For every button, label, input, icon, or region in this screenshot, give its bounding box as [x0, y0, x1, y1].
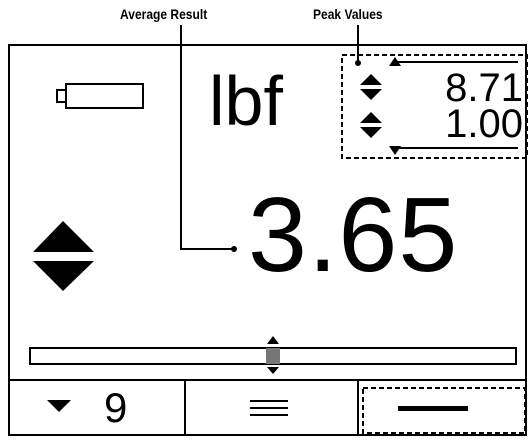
peak-min-arrows-icon [360, 112, 382, 138]
average-result-value: 3.65 [248, 176, 459, 294]
direction-arrows-icon [33, 221, 94, 291]
peak-min-marker [389, 146, 518, 155]
softkey-left-value: 9 [104, 384, 128, 431]
peak-max-marker [389, 57, 518, 66]
softkey-right[interactable] [358, 380, 527, 436]
load-bar-indicator [266, 348, 280, 364]
peak-min-value: 1.00 [445, 102, 523, 146]
softkey-center[interactable] [185, 380, 358, 436]
battery-icon [56, 83, 144, 109]
softkey-left[interactable] [8, 380, 185, 436]
unit-label: lbf [209, 62, 283, 140]
peak-values-leader-line [355, 25, 361, 66]
load-bar [29, 336, 517, 374]
peak-max-arrows-icon [360, 74, 382, 100]
